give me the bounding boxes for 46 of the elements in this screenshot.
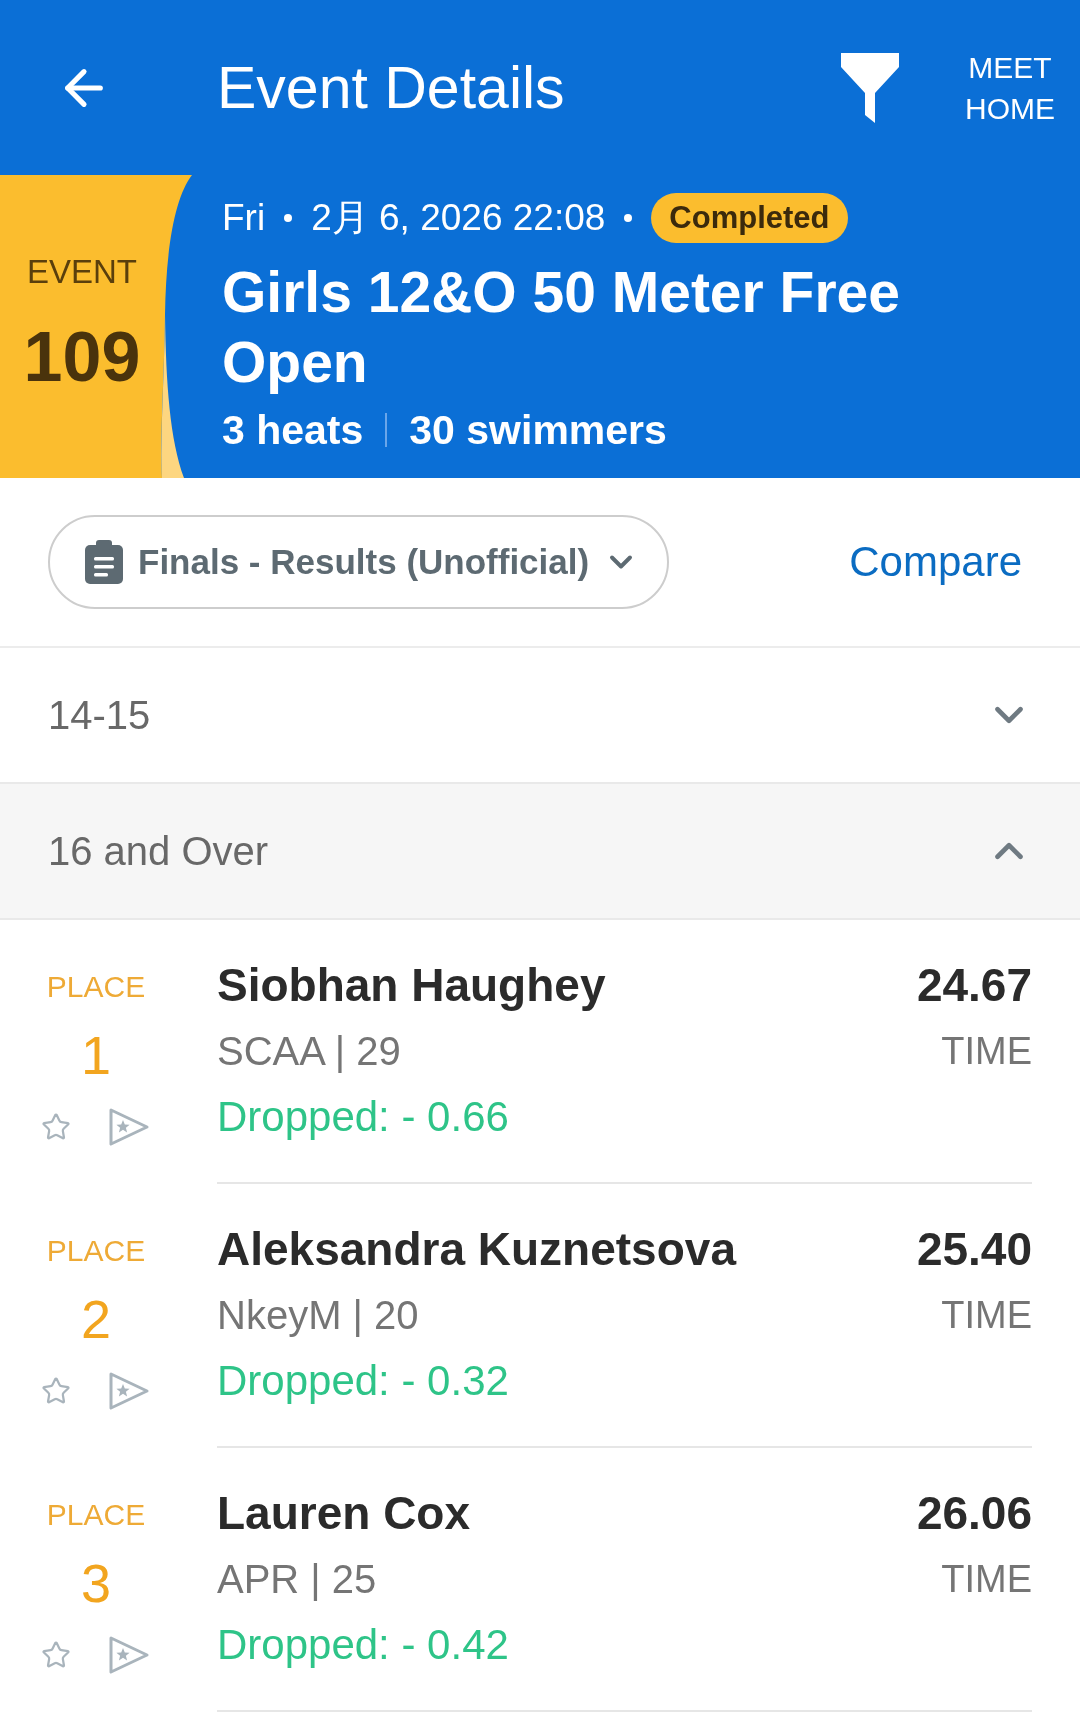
- time-dropped-text: Dropped: - 0.66: [217, 1092, 510, 1142]
- meet-home-button[interactable]: MEET HOME: [965, 46, 1055, 129]
- age-group-label: 14-15: [48, 692, 151, 739]
- place-label: PLACE: [46, 1233, 146, 1269]
- team-age-text: APR | 25: [217, 1556, 378, 1603]
- filter-icon[interactable]: [841, 52, 899, 123]
- star-icon[interactable]: [41, 1112, 71, 1142]
- time-dropped-text: Dropped: - 0.42: [217, 1620, 509, 1670]
- page-title: Event Details: [217, 53, 566, 123]
- separator-dot-icon: [284, 214, 293, 222]
- swimmer-name: Aleksandra Kuznetsova: [217, 1222, 736, 1277]
- event-datetime: 2月 6, 2026 22:08: [311, 196, 606, 240]
- swim-time: 25.40: [916, 1222, 1032, 1277]
- place-number: 3: [80, 1553, 111, 1613]
- age-group-label: 16 and Over: [48, 828, 269, 875]
- team-age-text: NkeyM | 20: [217, 1292, 420, 1339]
- place-label: PLACE: [46, 1497, 146, 1533]
- clipboard-icon: [84, 540, 124, 584]
- swimmer-name: Siobhan Haughey: [217, 958, 606, 1013]
- star-icon[interactable]: [41, 1376, 71, 1406]
- event-number: 109: [23, 317, 141, 397]
- star-pennant-icon[interactable]: [107, 1371, 151, 1411]
- time-label: TIME: [941, 1557, 1032, 1602]
- star-pennant-icon[interactable]: [107, 1107, 151, 1147]
- place-label: PLACE: [46, 969, 146, 1005]
- compare-link[interactable]: Compare: [849, 536, 1022, 588]
- place-number: 2: [80, 1289, 111, 1349]
- status-badge: Completed: [651, 193, 848, 243]
- star-pennant-icon[interactable]: [107, 1635, 151, 1675]
- swimmers-count: 30 swimmers: [409, 406, 667, 455]
- place-number: 1: [80, 1025, 111, 1085]
- time-label: TIME: [941, 1293, 1032, 1338]
- swim-time: 24.67: [916, 958, 1032, 1013]
- time-label: TIME: [941, 1029, 1032, 1074]
- heats-count: 3 heats: [222, 406, 364, 455]
- event-label: EVENT: [27, 252, 137, 292]
- team-age-text: SCAA | 29: [217, 1028, 402, 1075]
- session-dropdown[interactable]: Finals - Results (Unofficial): [48, 515, 670, 609]
- event-title: Girls 12&O 50 Meter Free Open: [222, 259, 901, 396]
- swim-time: 26.06: [916, 1486, 1032, 1541]
- separator-dot-icon: [624, 214, 633, 222]
- star-icon[interactable]: [41, 1640, 71, 1670]
- time-dropped-text: Dropped: - 0.32: [217, 1356, 510, 1406]
- event-day: Fri: [222, 196, 266, 240]
- age-group-header[interactable]: 16 and Over: [0, 784, 1080, 920]
- swimmer-name: Lauren Cox: [217, 1486, 472, 1541]
